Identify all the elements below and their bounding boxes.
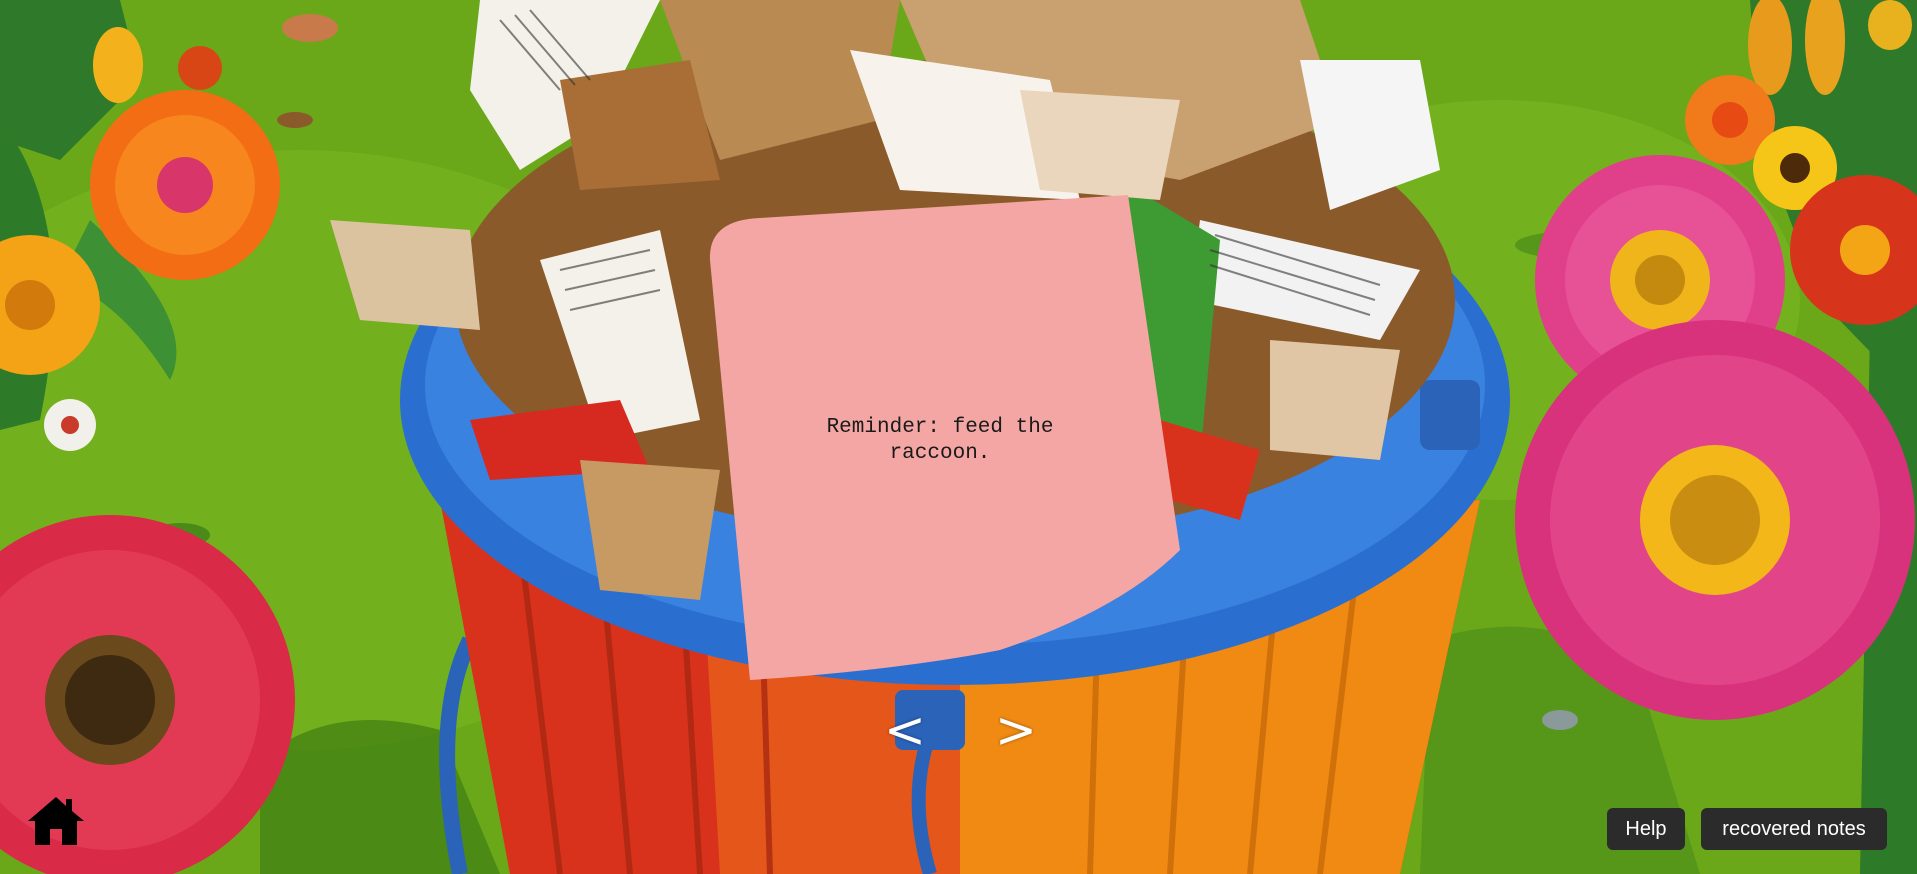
note-text: Reminder: feed the raccoon. (826, 416, 1054, 465)
previous-note-button[interactable]: < (884, 700, 926, 760)
help-button[interactable]: Help (1607, 808, 1685, 850)
recovered-note: Reminder: feed the raccoon. (700, 190, 1180, 680)
game-scene: Reminder: feed the raccoon. < > Help rec… (0, 0, 1917, 874)
next-note-button[interactable]: > (995, 700, 1037, 760)
home-icon[interactable] (26, 795, 86, 847)
recovered-notes-button[interactable]: recovered notes (1701, 808, 1887, 850)
